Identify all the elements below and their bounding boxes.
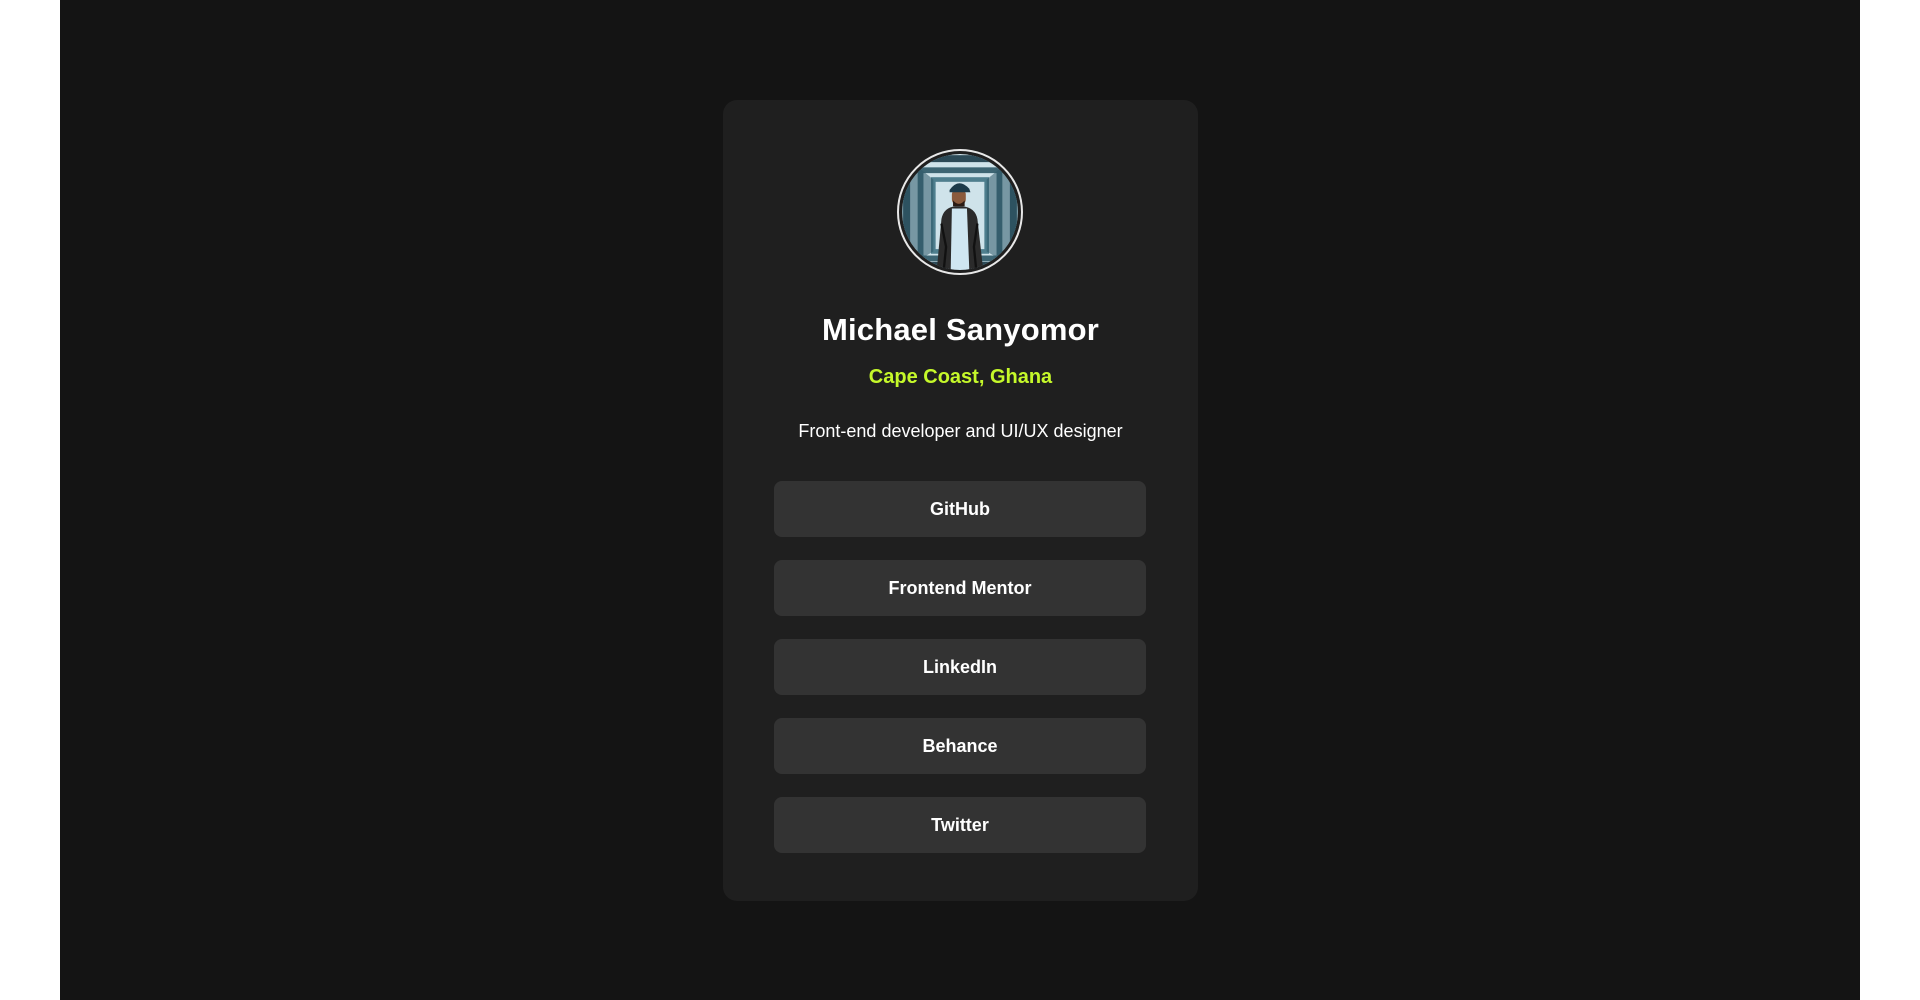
- profile-name: Michael Sanyomor: [821, 312, 1100, 347]
- twitter-link-button[interactable]: Twitter: [774, 797, 1146, 853]
- avatar: [897, 149, 1023, 275]
- page-background: Michael Sanyomor Cape Coast, Ghana Front…: [60, 0, 1860, 1000]
- github-link-button[interactable]: GitHub: [774, 481, 1146, 537]
- social-links-list: GitHub Frontend Mentor LinkedIn Behance …: [774, 481, 1146, 876]
- avatar-photo: [902, 154, 1018, 270]
- behance-link-button[interactable]: Behance: [774, 718, 1146, 774]
- profile-bio: Front-end developer and UI/UX designer: [798, 421, 1123, 441]
- profile-card: Michael Sanyomor Cape Coast, Ghana Front…: [723, 100, 1198, 901]
- frontend-mentor-link-button[interactable]: Frontend Mentor: [774, 560, 1146, 616]
- profile-location: Cape Coast, Ghana: [868, 366, 1053, 388]
- linkedin-link-button[interactable]: LinkedIn: [774, 639, 1146, 695]
